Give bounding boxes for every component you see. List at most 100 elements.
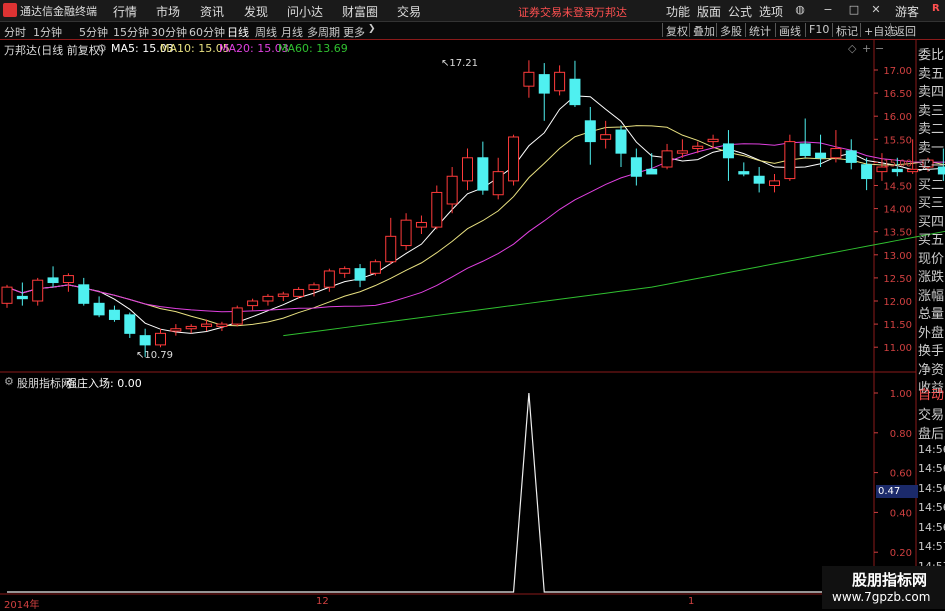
trade-tick-label: 14:57 [918,540,945,553]
close-icon[interactable]: ✕ [868,2,884,18]
candle-body [216,323,228,327]
candle-body [354,268,366,281]
trade-tick-label: 14:56 [918,442,945,456]
tab-30min[interactable]: 30分钟 [151,24,187,40]
indicator-tick-label: 0.40 [890,508,912,519]
tab-more[interactable]: 更多 [343,24,365,40]
date-label-dec: 12 [316,596,329,607]
app-logo-icon [3,3,17,17]
high-price-annotation: ↖17.21 [441,58,478,69]
tab-weekly[interactable]: 周线 [255,24,277,40]
title-bar: 通达信金融终端 行情 市场 资讯 发现 问小达 财富圈 交易 证券交易未登录 万… [0,0,945,22]
menu-item-news[interactable]: 资讯 [200,3,224,20]
candle-body [231,307,243,325]
indicator-title: 股朋指标网 [17,377,72,390]
quote-label: 卖五 [918,66,945,82]
candle-body [415,221,427,228]
menu-options[interactable]: 选项 [759,3,783,20]
candle-body [385,235,397,263]
date-label-jan: 1 [688,596,695,607]
trade-tick-label[interactable]: 自动 [918,384,944,403]
tab-15min[interactable]: 15分钟 [113,24,149,40]
candle-body [1,286,13,304]
menu-item-trade[interactable]: 交易 [397,3,421,20]
ma5-line [6,95,945,334]
price-tick-label: 16.00 [883,112,912,123]
candle-body [646,168,658,175]
candle-body [769,180,780,187]
candle-body [462,157,473,182]
candle-body [830,148,842,159]
watermark-url: www.7gpzb.com [832,590,931,604]
indicator-tick-label: 0.20 [890,548,912,559]
candle-body [815,152,827,159]
candle-body [400,219,412,247]
menu-item-quotes[interactable]: 行情 [113,3,137,20]
kline-chart[interactable]: 17.00 16.50 16.00 15.50 15.00 14.50 14.00 13.50… [0,40,945,609]
quote-label: 买三 [918,196,945,211]
tool-multi-stock[interactable]: 多股 [716,23,742,38]
menu-formula[interactable]: 公式 [728,3,752,20]
tool-draw[interactable]: 画线 [775,23,801,38]
menu-function[interactable]: 功能 [666,3,690,20]
tool-mark[interactable]: 标记 [832,23,858,38]
more-chevron-icon[interactable]: ❯ [368,24,376,34]
r-badge-icon: R [932,3,940,14]
candle-body [93,302,105,316]
tab-60min[interactable]: 60分钟 [189,24,225,40]
candle-body [32,279,44,302]
candle-body [508,136,520,182]
skin-icon[interactable]: ◍ [792,2,808,18]
candle-body [170,328,182,332]
candle-body [738,171,750,175]
menu-item-wealth[interactable]: 财富圈 [342,3,378,20]
tool-stats[interactable]: 统计 [745,23,771,38]
tab-daily[interactable]: 日线 [227,24,249,40]
tab-1min[interactable]: 1分钟 [33,24,62,40]
quote-label: 净资 [918,362,945,378]
candle-body [753,175,765,184]
price-tick-label: 14.50 [883,182,912,193]
price-tick-label: 12.00 [883,297,912,308]
menu-item-discover[interactable]: 发现 [244,3,268,20]
indicator-tick-label: 1.00 [890,389,912,400]
price-tick-label: 13.50 [883,228,912,239]
quote-label: 卖三 [918,103,945,119]
price-tick-label: 15.00 [883,158,912,169]
tool-overlay[interactable]: 叠加 [689,23,715,38]
candle-body [584,120,596,143]
menu-layout[interactable]: 版面 [697,3,721,20]
candle-body [339,268,351,274]
maximize-icon[interactable]: □ [846,2,862,18]
low-price-annotation: ↖10.79 [136,350,173,361]
indicator-gear-icon[interactable]: ⚙ [4,375,14,388]
menu-item-market[interactable]: 市场 [156,3,180,20]
candle-body [692,145,704,150]
menu-item-ask[interactable]: 问小达 [287,3,323,20]
trade-tick-label: 14:56 [918,481,945,495]
tab-intraday[interactable]: 分时 [4,24,26,40]
quote-label: 委比 [918,48,945,63]
guest-label[interactable]: 游客 [895,3,919,20]
candle-body [600,134,612,140]
price-tick-label: 12.50 [883,274,912,285]
candle-body [799,143,811,156]
candle-body [124,314,136,334]
candle-body [369,261,381,274]
stock-name-header: 万邦达 [594,6,627,19]
quote-label: 总量 [918,307,945,322]
tab-5min[interactable]: 5分钟 [79,24,108,40]
quote-label: 卖一 [918,140,945,156]
candle-body [661,150,673,168]
candle-body [185,325,197,330]
tab-monthly[interactable]: 月线 [281,24,303,40]
minimize-icon[interactable]: − [820,2,836,18]
indicator-line [7,392,945,593]
tool-back[interactable]: 返回 [890,23,916,38]
tool-f10[interactable]: F10 [805,23,829,37]
indicator-cursor-value: 0.47 [876,485,918,498]
trade-tick-label: 盘后 [918,427,945,442]
tool-adjust[interactable]: 复权 [662,23,688,38]
tab-multi-period[interactable]: 多周期 [307,24,340,40]
quote-label: 涨幅 [918,288,945,304]
